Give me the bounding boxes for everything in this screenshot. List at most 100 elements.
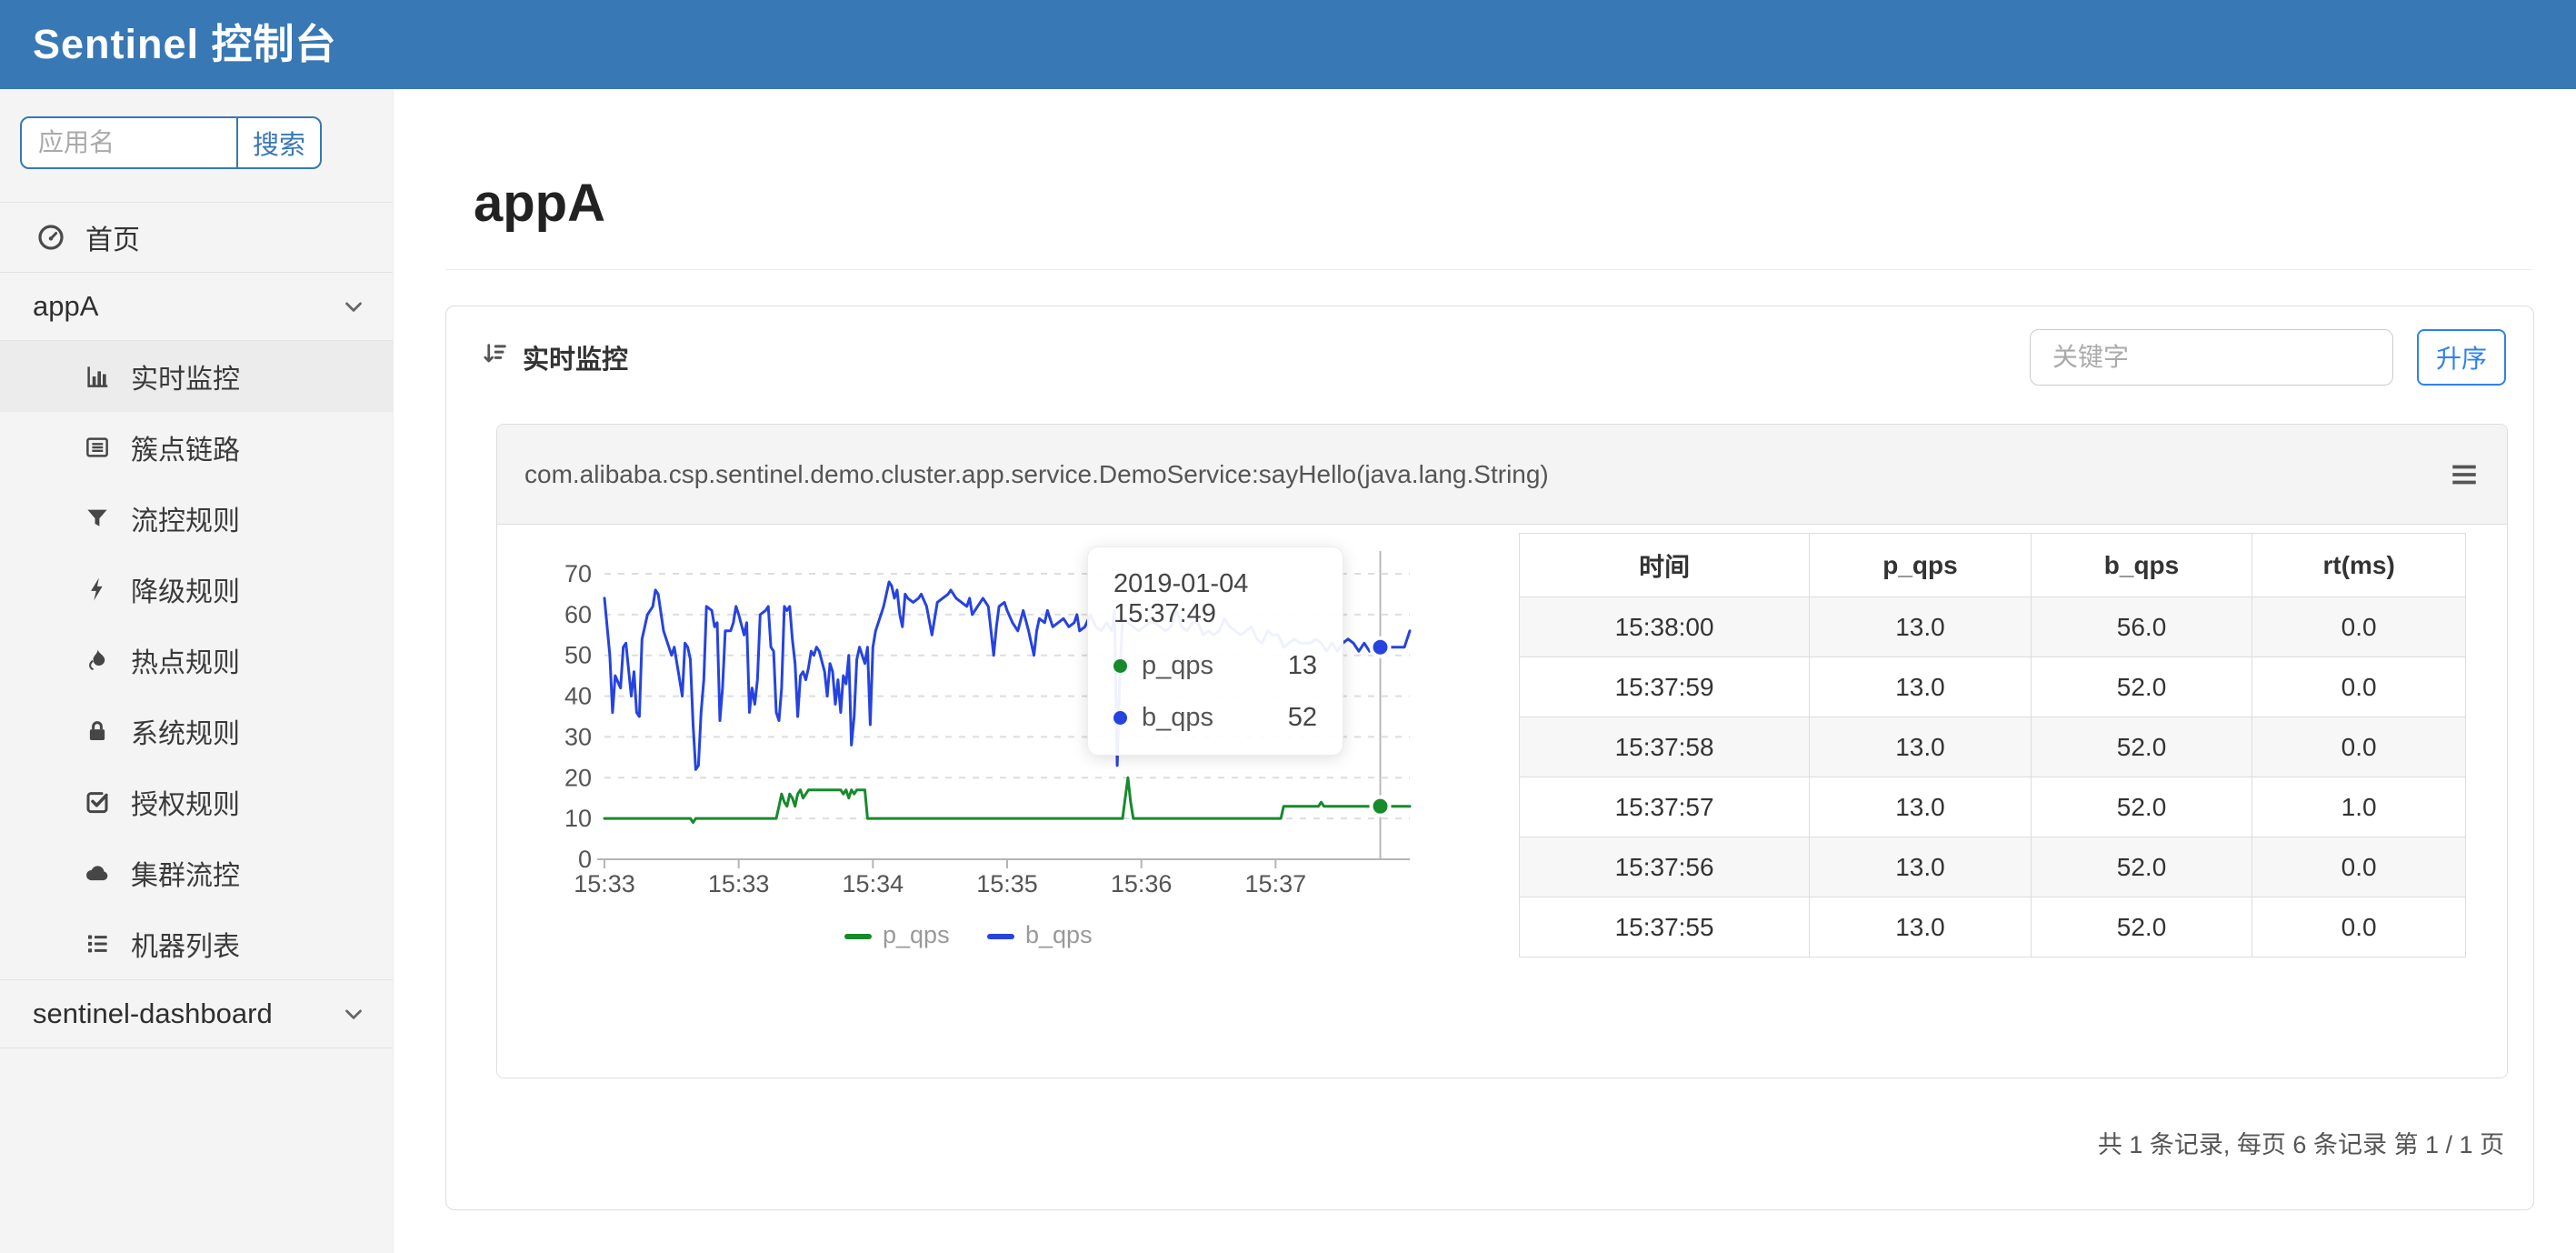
y-tick-label: 60: [564, 601, 592, 628]
resource-name: com.alibaba.csp.sentinel.demo.cluster.ap…: [524, 459, 1549, 488]
panel-title: 实时监控: [481, 338, 628, 376]
bar-chart-icon: [87, 366, 108, 387]
app-search-group: 搜索: [20, 116, 322, 169]
sidebar-group-appA[interactable]: appA: [0, 273, 393, 340]
x-tick-label: 15:33: [574, 870, 635, 897]
tooltip-series-value: 52: [1287, 703, 1317, 732]
x-tick-label: 15:37: [1245, 870, 1307, 897]
table-cell: 15:38:00: [1518, 596, 1811, 657]
x-tick-label: 15:36: [1111, 870, 1173, 897]
sidebar-item-系统规则[interactable]: 系统规则: [0, 696, 393, 767]
panel-controls: 升序: [2030, 329, 2506, 386]
table-cell: 52.0: [2030, 717, 2253, 777]
menu-item-label: 系统规则: [131, 719, 240, 749]
sidebar-item-机器列表[interactable]: 机器列表: [0, 908, 393, 979]
sidebar-item-流控规则[interactable]: 流控规则: [0, 483, 393, 554]
x-tick-label: 15:35: [976, 870, 1038, 897]
menu-item-label: 热点规则: [131, 648, 240, 678]
menu-item-label: appA: [33, 290, 99, 322]
y-tick-label: 50: [564, 642, 592, 669]
table-row: 15:37:59 13.0 52.0 0.0: [1518, 657, 2466, 717]
panel-title-label: 实时监控: [523, 346, 629, 375]
sidebar-item-簇点链路[interactable]: 簇点链路: [0, 412, 393, 483]
table-cell: 52.0: [2030, 837, 2253, 897]
list-icon-wrap: [84, 434, 111, 461]
table-cell: 15:37:57: [1518, 777, 1811, 837]
title-divider: [445, 269, 2532, 270]
sidebar-item-降级规则[interactable]: 降级规则: [0, 554, 393, 625]
chevron-down-icon: [345, 1009, 362, 1019]
hamburger-menu-icon[interactable]: [2449, 459, 2480, 490]
fire-icon-wrap: [84, 647, 111, 674]
sidebar-item-home[interactable]: 首页: [0, 203, 393, 272]
menu-item-label: 簇点链路: [131, 436, 240, 466]
tooltip-series-name: b_qps: [1142, 703, 1214, 732]
x-tick-label: 15:33: [708, 870, 770, 897]
bar-chart-icon-wrap: [84, 363, 111, 390]
legend-swatch-p_qps: [844, 934, 872, 939]
app-search-button[interactable]: 搜索: [236, 118, 320, 167]
filter-icon-wrap: [84, 505, 111, 532]
x-tick-label: 15:34: [843, 870, 904, 897]
cloud-icon-wrap: [84, 859, 111, 887]
sidebar-menu: 首页 appA 实时监控簇点链路流控规则降级规则热点规则系统规则授权规则集群流控机器…: [0, 202, 393, 1048]
check-icon: [86, 792, 108, 814]
gauge-icon: [38, 225, 64, 250]
menu-item-label: 机器列表: [131, 932, 240, 962]
resource-card-header: com.alibaba.csp.sentinel.demo.cluster.ap…: [497, 425, 2507, 525]
sidebar-item-集群流控[interactable]: 集群流控: [0, 837, 393, 908]
table-cell: 13.0: [1809, 596, 2032, 657]
table-cell: 13.0: [1809, 837, 2032, 897]
table-row: 15:37:56 13.0 52.0 0.0: [1518, 837, 2466, 897]
pagination-summary: 共 1 条记录, 每页 6 条记录 第 1 / 1 页: [2097, 1131, 2504, 1158]
keyword-input[interactable]: [2030, 329, 2393, 386]
series-dot-icon: [1113, 711, 1127, 725]
hamburger-menu-icon: [2452, 465, 2476, 484]
table-cell: 13.0: [1809, 717, 2032, 777]
table-row: 15:37:58 13.0 52.0 0.0: [1518, 717, 2466, 777]
menu-item-label: 授权规则: [131, 790, 240, 820]
table-header-b_qps: b_qps: [2030, 533, 2253, 597]
sort-amount-icon: [484, 344, 506, 363]
resource-card-body: 0 10 20 30 40 50 60 70 15:33 15:33 15:34 15:35 15:36…: [497, 525, 2507, 1078]
table-cell: 13.0: [1809, 897, 2032, 957]
sidebar-item-实时监控[interactable]: 实时监控: [0, 341, 393, 412]
legend-label-b_qps: b_qps: [1025, 921, 1093, 948]
y-tick-label: 20: [564, 764, 592, 791]
machines-icon-wrap: [84, 930, 111, 957]
main-content: appA 实时监控 升序 com.alibaba.csp.sentinel.de…: [394, 89, 2576, 1253]
table-cell: 56.0: [2030, 596, 2253, 657]
table-row: 15:37:57 13.0 52.0 1.0: [1518, 777, 2466, 837]
realtime-monitor-panel: 实时监控 升序 com.alibaba.csp.sentinel.demo.cl…: [445, 306, 2534, 1210]
table-cell: 52.0: [2030, 777, 2253, 837]
menu-item-label: sentinel-dashboard: [33, 997, 273, 1029]
table-cell: 13.0: [1809, 657, 2032, 717]
sidebar-group-sentinel-dashboard[interactable]: sentinel-dashboard: [0, 980, 393, 1048]
tooltip-timestamp: 2019-01-04 15:37:49: [1113, 569, 1249, 628]
y-tick-label: 70: [564, 560, 592, 587]
sidebar-item-热点规则[interactable]: 热点规则: [0, 625, 393, 696]
table-cell: 0.0: [2252, 657, 2466, 717]
ascending-sort-button[interactable]: 升序: [2417, 329, 2506, 386]
table-cell: 0.0: [2252, 596, 2466, 657]
tooltip-series-value: 13: [1287, 651, 1317, 680]
table-cell: 15:37:56: [1518, 837, 1811, 897]
menu-item-label: 集群流控: [131, 861, 240, 891]
table-header-时间: 时间: [1518, 533, 1811, 597]
chevron-down-icon: [345, 302, 362, 312]
hover-point-b_qps: [1369, 636, 1392, 658]
sidebar: 搜索 首页 appA 实时监控簇点链路流控规则降级规则热点规则系统规则授权规则集群流…: [0, 89, 394, 1253]
bolt-icon-wrap: [84, 576, 111, 603]
table-cell: 15:37:55: [1518, 897, 1811, 957]
menu-item-label: 降级规则: [131, 577, 240, 607]
table-cell: 0.0: [2252, 897, 2466, 957]
sidebar-item-授权规则[interactable]: 授权规则: [0, 767, 393, 837]
bolt-icon: [91, 577, 103, 601]
chart-tooltip: 2019-01-04 15:37:49 p_qps 13 b_qps 52: [1087, 546, 1343, 756]
cloud-icon: [86, 866, 108, 881]
y-tick-label: 40: [564, 683, 592, 710]
table-cell: 52.0: [2030, 897, 2253, 957]
metrics-table-wrap: 时间 p_qps b_qps rt(ms) 15:38:00 13.0 56.0 0.0 15…: [1518, 533, 2466, 957]
app-search-input[interactable]: [22, 118, 236, 167]
fire-icon: [89, 648, 105, 671]
